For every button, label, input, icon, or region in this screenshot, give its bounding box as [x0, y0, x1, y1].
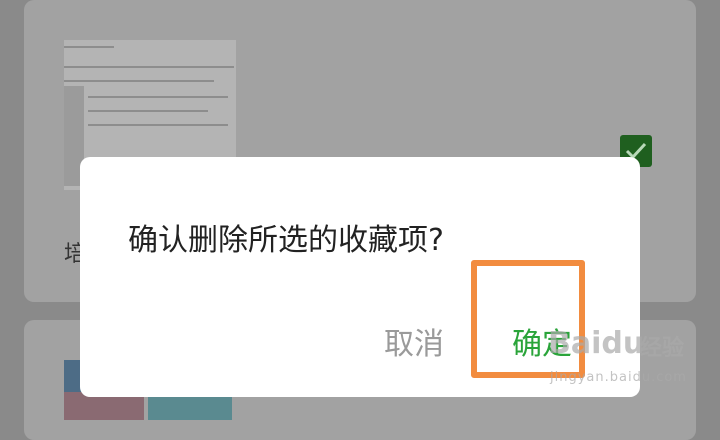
dialog-message: 确认删除所选的收藏项?	[128, 223, 444, 258]
cancel-button[interactable]: 取消	[384, 319, 444, 363]
watermark-url: jingyan.baidu.com	[550, 370, 687, 385]
watermark-logo: Baidu	[548, 326, 645, 361]
watermark-text: 经验	[640, 336, 685, 361]
watermark: Baidu 经验 jingyan.baidu.com	[548, 326, 688, 392]
